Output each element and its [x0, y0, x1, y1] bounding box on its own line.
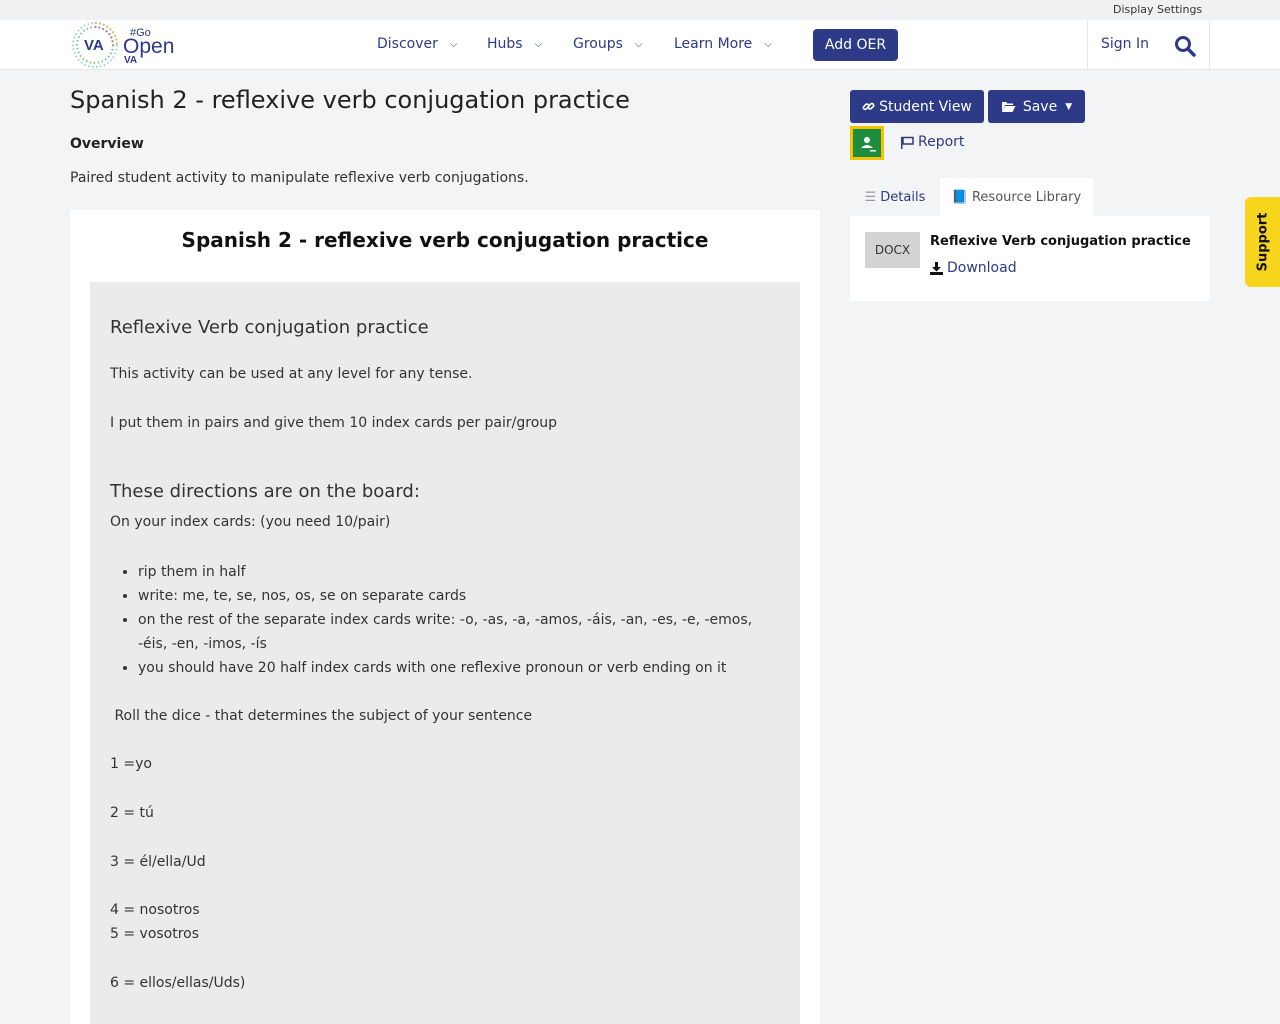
list-item: write: me, te, se, nos, os, se on separa…	[138, 584, 778, 608]
report-link[interactable]: Report	[900, 134, 964, 150]
download-link[interactable]: Download	[930, 260, 1017, 276]
resource-title: Reflexive Verb conjugation practice	[930, 234, 1191, 249]
nav-discover[interactable]: Discover ⌵	[377, 36, 457, 52]
list-icon: ☰	[864, 189, 877, 205]
book-icon: 📘	[951, 189, 968, 205]
document-paragraph: On your index cards: (you need 10/pair)	[110, 514, 391, 530]
folder-open-icon	[1001, 101, 1016, 112]
nav-groups[interactable]: Groups ⌵	[573, 36, 643, 52]
student-view-button[interactable]: Student View	[850, 90, 984, 123]
nav-hubs-label: Hubs	[487, 36, 523, 52]
chevron-down-icon: ⌵	[764, 38, 772, 50]
resource-content-card: Spanish 2 - reflexive verb conjugation p…	[70, 210, 820, 1024]
document-panel: Reflexive Verb conjugation practice This…	[90, 282, 800, 1024]
nav-learn-more[interactable]: Learn More ⌵	[674, 36, 772, 52]
display-settings-link[interactable]: Display Settings	[1113, 3, 1202, 16]
document-heading-2: These directions are on the board:	[110, 481, 420, 502]
dice-line: 2 = tú	[110, 805, 154, 821]
save-button[interactable]: Save ▼	[988, 90, 1085, 123]
google-classroom-icon[interactable]	[850, 126, 884, 160]
dice-line: 1 =yo	[110, 756, 152, 772]
sign-in-link[interactable]: Sign In	[1101, 36, 1149, 52]
nav-hubs[interactable]: Hubs ⌵	[487, 36, 542, 52]
overview-text: Paired student activity to manipulate re…	[70, 170, 529, 186]
dice-line: 5 = vosotros	[110, 926, 200, 942]
tab-details-label: Details	[880, 189, 926, 205]
caret-down-icon: ▼	[1065, 101, 1073, 112]
overview-label: Overview	[70, 136, 144, 152]
document-paragraph: Roll the dice - that determines the subj…	[110, 708, 533, 724]
tab-resource-library[interactable]: 📘 Resource Library	[940, 178, 1093, 216]
nav-learn-more-label: Learn More	[674, 36, 753, 52]
support-tab[interactable]: Support	[1245, 197, 1280, 287]
dice-line: 4 = nosotros	[110, 902, 200, 918]
top-strip: Display Settings	[0, 0, 1280, 20]
download-label: Download	[947, 260, 1017, 276]
list-item: on the rest of the separate index cards …	[138, 608, 778, 656]
chevron-down-icon: ⌵	[634, 38, 643, 50]
document-paragraph: This activity can be used at any level f…	[110, 366, 473, 382]
dice-line: 3 = él/ella/Ud	[110, 854, 206, 870]
signin-search-area: Sign In	[1087, 20, 1210, 70]
chevron-down-icon: ⌵	[449, 38, 458, 50]
dice-line: 6 = ellos/ellas/Uds)	[110, 975, 246, 991]
logo-va-small-text: VA	[124, 55, 137, 66]
page-title: Spanish 2 - reflexive verb conjugation p…	[70, 86, 630, 114]
flag-icon	[901, 136, 914, 149]
save-label: Save	[1022, 98, 1058, 115]
download-icon	[930, 261, 943, 275]
student-view-label: Student View	[879, 98, 972, 115]
tab-details[interactable]: ☰ Details	[850, 178, 940, 216]
file-type-badge: DOCX	[865, 232, 920, 268]
document-paragraph: I put them in pairs and give them 10 ind…	[110, 415, 558, 431]
add-oer-button[interactable]: Add OER	[813, 29, 898, 61]
logo-va-text: VA	[84, 37, 104, 54]
nav-groups-label: Groups	[573, 36, 623, 52]
report-label: Report	[918, 134, 965, 150]
resource-library-panel: DOCX Reflexive Verb conjugation practice…	[850, 216, 1210, 301]
search-icon[interactable]	[1174, 35, 1196, 57]
goopen-va-logo[interactable]: VA #Go Open VA	[70, 20, 180, 70]
list-item: you should have 20 half index cards with…	[138, 656, 778, 680]
nav-discover-label: Discover	[377, 36, 438, 52]
link-icon	[862, 102, 875, 111]
document-title: Spanish 2 - reflexive verb conjugation p…	[181, 228, 709, 252]
chevron-down-icon: ⌵	[534, 38, 543, 50]
list-item: rip them in half	[138, 560, 778, 584]
main-navbar: VA #Go Open VA Discover ⌵ Hubs ⌵ Groups …	[0, 20, 1280, 70]
tab-library-label: Resource Library	[971, 189, 1082, 205]
document-heading-1: Reflexive Verb conjugation practice	[110, 317, 429, 338]
support-label: Support	[1255, 212, 1270, 272]
directions-list: rip them in half write: me, te, se, nos,…	[138, 560, 778, 680]
